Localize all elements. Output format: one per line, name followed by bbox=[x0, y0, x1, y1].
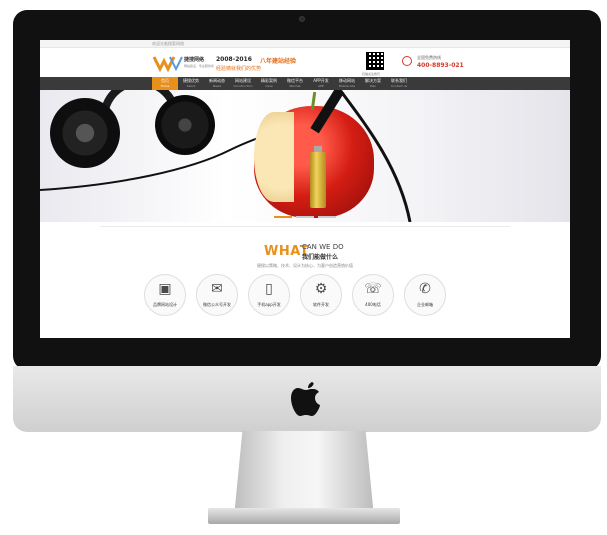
nav-label: APP开发 bbox=[313, 78, 329, 83]
service-label: 品牌网站设计 bbox=[153, 302, 177, 307]
nav-label-en: APP bbox=[318, 83, 324, 88]
nav-label: 捷搜优势 bbox=[183, 78, 199, 83]
slogan-main: 八年建站经验 bbox=[260, 58, 297, 65]
nav-item-case[interactable]: 精彩案例 Case bbox=[256, 77, 282, 90]
carousel-dot[interactable] bbox=[318, 216, 336, 218]
service-400-phone[interactable]: ☏ 400电话 bbox=[352, 274, 394, 316]
nav-item-wechat[interactable]: 微信平台 Wechat bbox=[282, 77, 308, 90]
carousel-dot[interactable] bbox=[296, 216, 314, 218]
headset-icon: ☏ bbox=[364, 281, 382, 297]
nav-item-home[interactable]: 首页 Home bbox=[152, 77, 178, 90]
service-app[interactable]: ▯ 手机app开发 bbox=[248, 274, 290, 316]
logo-subtitle: 网站建设 · 专业服务商 bbox=[184, 64, 214, 68]
service-label: 400电话 bbox=[365, 302, 381, 307]
nav-label-en: News bbox=[212, 83, 222, 88]
nav-label-en: Wechat bbox=[289, 83, 301, 88]
carousel-dots bbox=[40, 216, 570, 218]
section-title-cn: 我们能做什么 bbox=[302, 254, 339, 261]
main-nav: 首页 Home 捷搜优势 About 新闻动态 News 网站建设 Constructi… bbox=[40, 77, 570, 90]
gears-icon: ⚙ bbox=[314, 281, 328, 297]
battery-image bbox=[310, 152, 326, 208]
site-header: 捷搜网络 网站建设 · 专业服务商 2008-2016 八年建站经验 经验铸就我… bbox=[40, 48, 570, 77]
section-title-en: CAN WE DO bbox=[302, 243, 344, 251]
service-label: 手机app开发 bbox=[257, 302, 281, 307]
phone-label: 全国免费热线 bbox=[417, 55, 441, 60]
mail-icon: ✆ bbox=[419, 281, 431, 297]
topbar: 欢迎光临搜索网络 bbox=[40, 40, 570, 48]
nav-label-en: About bbox=[186, 83, 196, 88]
nav-label: 首页 bbox=[161, 78, 169, 83]
nav-item-mobile[interactable]: 移动网站 Mobile site bbox=[334, 77, 360, 90]
carousel-dot[interactable] bbox=[274, 216, 292, 218]
nav-label: 网站建设 bbox=[235, 78, 251, 83]
nav-item-construction[interactable]: 网站建设 Construction bbox=[230, 77, 256, 90]
nav-label: 解决方案 bbox=[365, 78, 381, 83]
nav-label: 微信平台 bbox=[287, 78, 303, 83]
service-email[interactable]: ✆ 企业邮箱 bbox=[404, 274, 446, 316]
nav-label-en: Construction bbox=[233, 83, 253, 88]
service-list: ▣ 品牌网站设计 ✉ 微信公众号开发 ▯ 手机app开发 ⚙ 软件开发 ☏ 40… bbox=[144, 274, 446, 316]
nav-label: 移动网站 bbox=[339, 78, 355, 83]
camera-icon bbox=[299, 16, 305, 22]
nav-label: 联系我们 bbox=[391, 78, 407, 83]
nav-label: 精彩案例 bbox=[261, 78, 277, 83]
nav-label-en: Contact us bbox=[390, 83, 408, 88]
service-software[interactable]: ⚙ 软件开发 bbox=[300, 274, 342, 316]
phone-icon: ▯ bbox=[265, 281, 273, 297]
service-wechat[interactable]: ✉ 微信公众号开发 bbox=[196, 274, 238, 316]
wechat-icon: ✉ bbox=[211, 281, 223, 297]
nav-item-plan[interactable]: 解决方案 Plan bbox=[360, 77, 386, 90]
service-label: 微信公众号开发 bbox=[203, 302, 231, 307]
monitor-icon: ▣ bbox=[158, 281, 172, 297]
nav-label-en: Plan bbox=[369, 83, 377, 88]
screen: 欢迎光临搜索网络 捷搜网络 网站建设 · 专业服务商 2008-2016 八年建… bbox=[40, 40, 570, 338]
nav-item-contact[interactable]: 联系我们 Contact us bbox=[386, 77, 412, 90]
imac-mockup: 欢迎光临搜索网络 捷搜网络 网站建设 · 专业服务商 2008-2016 八年建… bbox=[0, 0, 607, 535]
service-web-design[interactable]: ▣ 品牌网站设计 bbox=[144, 274, 186, 316]
phone-circle-icon bbox=[402, 56, 412, 66]
monitor-stand bbox=[234, 431, 374, 517]
nav-label-en: Mobile site bbox=[338, 83, 356, 88]
qr-caption: 扫描关注我们 bbox=[362, 72, 381, 76]
qr-code-icon bbox=[366, 52, 384, 70]
nav-label-en: Case bbox=[265, 83, 273, 88]
section-description: 捷搜以策略、技术、设计为核心，为客户创造营销价值 bbox=[257, 263, 353, 268]
phone-number[interactable]: 400-8893-021 bbox=[417, 62, 464, 69]
logo-w-icon[interactable] bbox=[152, 54, 188, 72]
slogan-year: 2008-2016 bbox=[216, 56, 252, 63]
logo-text: 捷搜网络 bbox=[184, 57, 205, 63]
nav-label-en: Home bbox=[160, 83, 170, 88]
monitor-stand-base bbox=[208, 508, 400, 524]
slogan-sub: 经验铸就我们的优势 bbox=[216, 66, 262, 72]
apple-cut-face bbox=[254, 112, 294, 202]
section-divider bbox=[100, 226, 510, 227]
hero-banner[interactable] bbox=[40, 90, 570, 222]
service-label: 软件开发 bbox=[313, 302, 329, 307]
nav-item-about[interactable]: 捷搜优势 About bbox=[178, 77, 204, 90]
services-section: WHAT CAN WE DO 我们能做什么 捷搜以策略、技术、设计为核心，为客户… bbox=[40, 222, 570, 338]
nav-item-news[interactable]: 新闻动态 News bbox=[204, 77, 230, 90]
service-label: 企业邮箱 bbox=[417, 302, 433, 307]
nav-item-app[interactable]: APP开发 APP bbox=[308, 77, 334, 90]
nav-label: 新闻动态 bbox=[209, 78, 225, 83]
apple-logo-icon bbox=[291, 382, 320, 416]
